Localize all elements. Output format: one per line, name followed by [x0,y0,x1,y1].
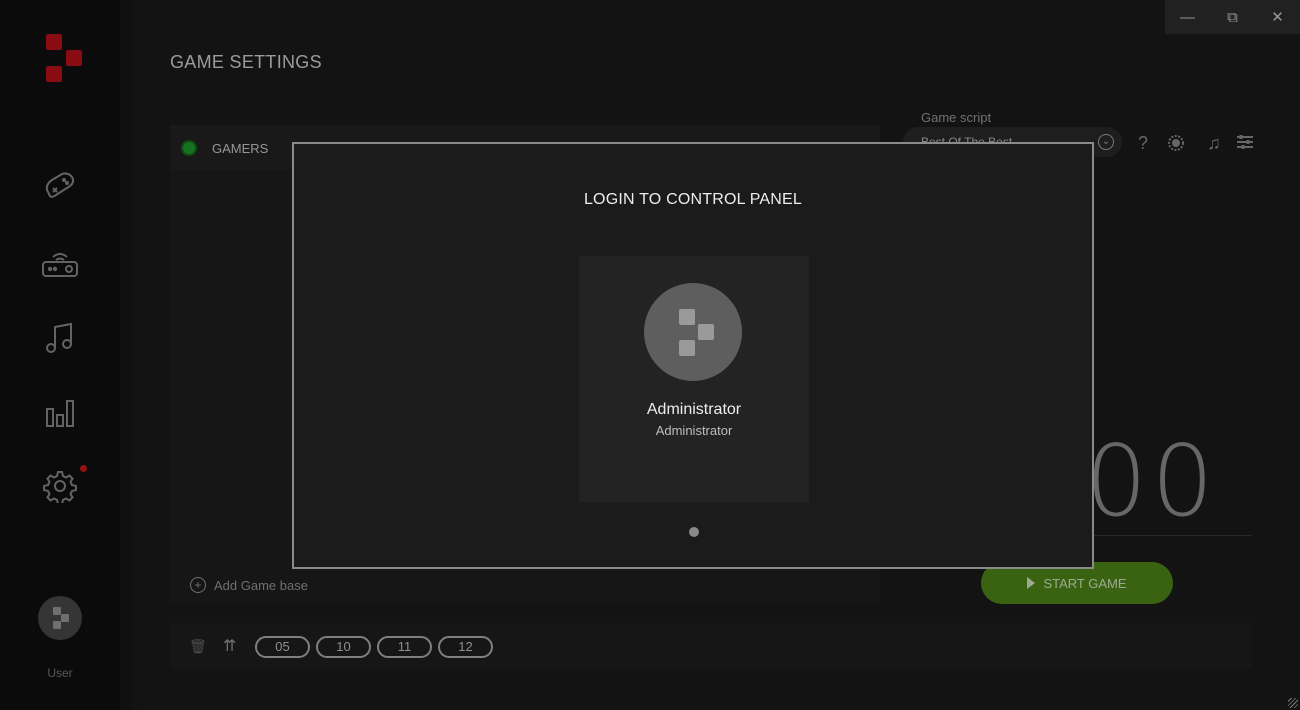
resize-grip-icon[interactable] [1288,698,1298,708]
account-card[interactable]: Administrator Administrator [579,256,809,502]
modal-title: LOGIN TO CONTROL PANEL [583,191,803,208]
account-avatar [644,283,742,381]
pagination-dot[interactable] [689,527,699,537]
account-role: Administrator [655,423,733,438]
app-window: User — ⧉ ✕ GAME SETTINGS GAMERS + Add Ga… [0,0,1300,710]
login-modal: LOGIN TO CONTROL PANEL Administrator Adm… [292,142,1094,569]
account-name: Administrator [646,401,742,418]
